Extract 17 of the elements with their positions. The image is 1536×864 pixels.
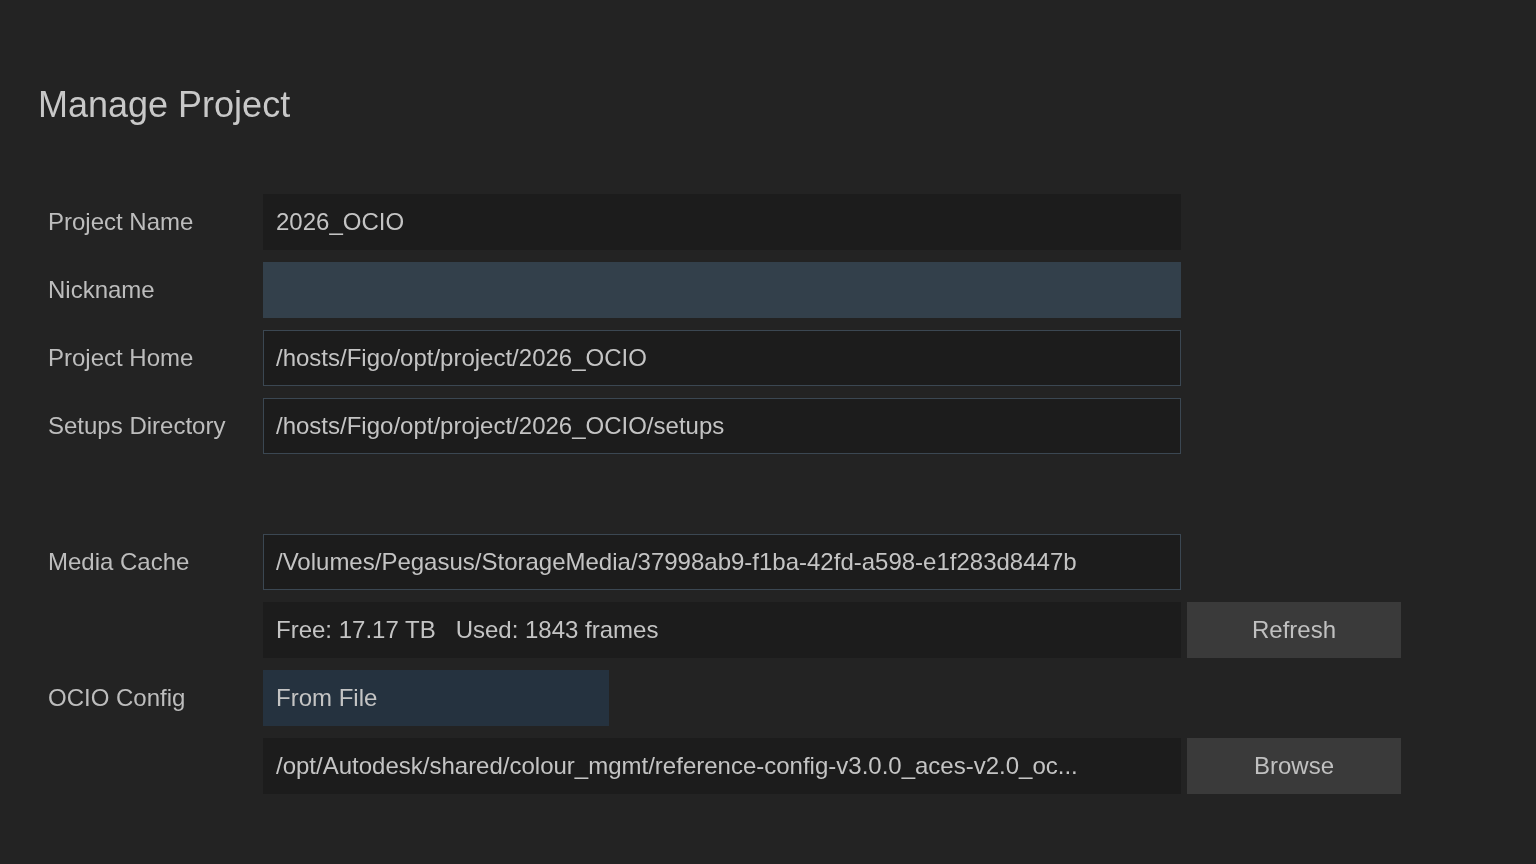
dropdown[interactable]: From File	[263, 670, 609, 726]
text-field[interactable]: 2026_OCIO	[263, 194, 1181, 250]
refresh-button[interactable]: Refresh	[1187, 602, 1401, 658]
input-field[interactable]: /hosts/Figo/opt/project/2026_OCIO	[263, 330, 1181, 386]
field-label: Media Cache	[47, 548, 191, 576]
input-field[interactable]	[263, 262, 1181, 318]
input-field[interactable]: /Volumes/Pegasus/StorageMedia/37998ab9-f1ba-42fd-a598-e1f283d8447b	[263, 534, 1181, 590]
field-label: OCIO Config	[47, 684, 187, 712]
input-field[interactable]: /hosts/Figo/opt/project/2026_OCIO/setups	[263, 398, 1181, 454]
field-label: Nickname	[47, 276, 156, 304]
info-field: Free: 17.17 TB Used: 1843 frames	[263, 602, 1181, 658]
field-label: Project Name	[47, 208, 195, 236]
text-field[interactable]: /opt/Autodesk/shared/colour_mgmt/reference-config-v3.0.0_aces-v2.0_oc...	[263, 738, 1181, 794]
page-title: Manage Project	[38, 84, 292, 126]
field-label: Project Home	[47, 344, 195, 372]
field-label: Setups Directory	[47, 412, 227, 440]
browse-button[interactable]: Browse	[1187, 738, 1401, 794]
